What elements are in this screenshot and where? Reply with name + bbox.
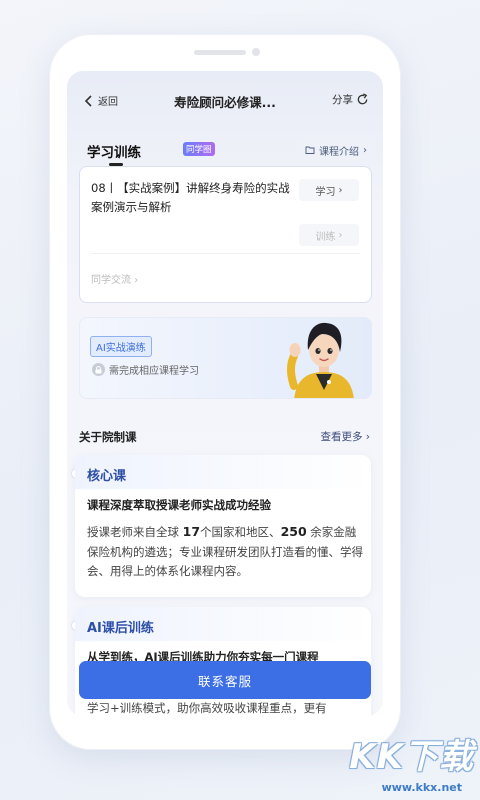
- card-divider: [91, 253, 360, 254]
- lock-icon: [92, 363, 105, 376]
- train-button-label: 训练: [315, 231, 336, 243]
- study-button[interactable]: 学习 ›: [299, 179, 359, 201]
- view-more-label: 查看更多: [320, 431, 363, 443]
- share-button[interactable]: 分享: [332, 92, 369, 107]
- ai-practice-card[interactable]: AI实战演练 需完成相应课程学习: [79, 317, 372, 399]
- tab-classmates-badge[interactable]: 同学圈: [183, 142, 215, 156]
- desc-number-countries: 17: [182, 524, 201, 539]
- ai-after-class-description: 学习+训练模式，助你高效吸收课程重点，更有: [87, 701, 327, 715]
- core-course-description: 授课老师来自全球 17个国家和地区、250 余家金融保险机构的遴选；专业课程研发…: [87, 522, 365, 582]
- chevron-right-icon: ›: [134, 275, 139, 286]
- discussion-label: 同学交流: [91, 275, 131, 286]
- classmate-discussion-link[interactable]: 同学交流 ›: [91, 271, 138, 286]
- desc-part-a: 授课老师来自全球: [87, 525, 183, 539]
- course-intro-label: 课程介绍: [319, 146, 359, 158]
- train-button[interactable]: 训练 ›: [299, 224, 359, 246]
- contact-support-button[interactable]: 联系客服: [79, 661, 371, 699]
- about-section-header: 关于院制课 查看更多 ›: [79, 427, 370, 445]
- folder-icon: [305, 146, 315, 154]
- lesson-title: 08丨【实战案例】讲解终身寿险的实战案例演示与解析: [91, 181, 290, 214]
- lock-hint-text: 需完成相应课程学习: [109, 366, 199, 377]
- tab-study-training[interactable]: 学习训练: [87, 141, 141, 161]
- kk-download-watermark: KK下载: [349, 737, 474, 777]
- chevron-right-icon: ›: [338, 184, 343, 196]
- study-button-label: 学习: [315, 186, 336, 198]
- ai-lock-hint: 需完成相应课程学习: [92, 362, 199, 377]
- ai-after-class-title: AI课后训练: [87, 621, 154, 636]
- core-course-subtitle: 课程深度萃取授课老师实战成功经验: [87, 498, 271, 512]
- tab-bar: 学习训练 同学圈 课程介绍 ›: [79, 137, 375, 167]
- lesson-card[interactable]: 08丨【实战案例】讲解终身寿险的实战案例演示与解析 学习 › 训练 › 同学交流…: [79, 166, 372, 303]
- view-more-link[interactable]: 查看更多 ›: [320, 429, 370, 444]
- ai-practice-tag: AI实战演练: [90, 336, 152, 357]
- about-title: 关于院制课: [79, 430, 137, 444]
- nav-bar: 返回 寿险顾问必修课... 分享: [67, 71, 383, 126]
- desc-part-b: 个国家和地区、: [200, 525, 281, 539]
- front-camera: [252, 48, 260, 56]
- chevron-right-icon: ›: [365, 431, 370, 443]
- speaker-slot: [194, 50, 246, 55]
- share-label: 分享: [332, 94, 353, 106]
- course-intro-link[interactable]: 课程介绍 ›: [295, 137, 375, 163]
- phone-frame: 返回 寿险顾问必修课... 分享 学习训练 同学圈 课程介绍 › 08丨【实战案…: [49, 34, 401, 750]
- chevron-right-icon: ›: [363, 144, 367, 156]
- ai-assistant-avatar: [287, 322, 354, 398]
- desc-number-institutions: 250: [280, 524, 307, 539]
- core-course-card: 核心课 课程深度萃取授课老师实战成功经验 授课老师来自全球 17个国家和地区、2…: [71, 455, 371, 597]
- chevron-right-icon: ›: [338, 229, 343, 241]
- watermark-url: www.kkx.net: [381, 781, 462, 794]
- app-screen: 返回 寿险顾问必修课... 分享 学习训练 同学圈 课程介绍 › 08丨【实战案…: [67, 71, 383, 716]
- core-course-title: 核心课: [87, 469, 127, 484]
- share-icon: [357, 93, 368, 105]
